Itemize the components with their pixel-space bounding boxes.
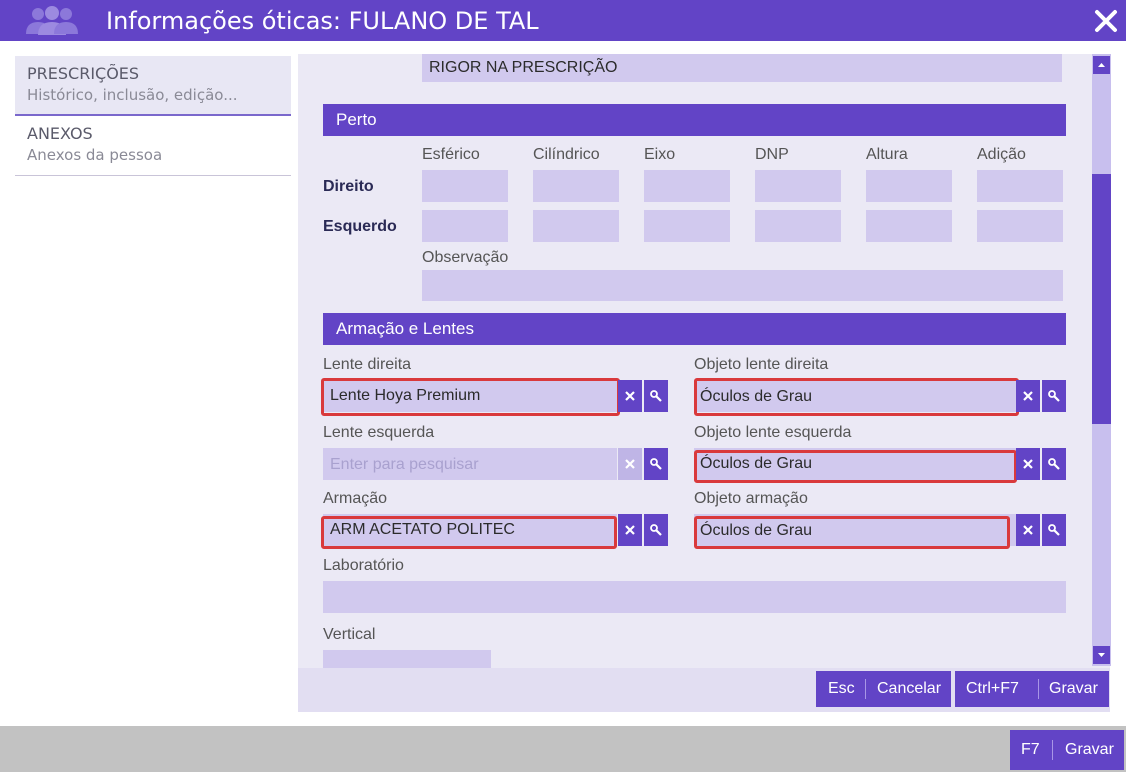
column-label-eixo: Eixo	[644, 146, 676, 163]
column-label-cilindrico: Cilíndrico	[533, 146, 600, 163]
direito-adicao-input[interactable]	[977, 170, 1063, 202]
search-lente-esquerda-button[interactable]	[644, 448, 668, 480]
search-lente-direita-button[interactable]	[644, 380, 668, 412]
esquerdo-altura-input[interactable]	[866, 210, 952, 242]
footer-save-shortcut: F7	[1021, 741, 1040, 758]
row-label-esquerdo: Esquerdo	[323, 218, 397, 235]
vertical-label: Vertical	[323, 626, 376, 643]
esquerdo-cilindrico-input[interactable]	[533, 210, 619, 242]
save-shortcut: Ctrl+F7	[966, 680, 1019, 697]
section-armacao-header: Armação e Lentes	[323, 313, 1066, 345]
form-actions-bar: Esc Cancelar Ctrl+F7 Gravar	[298, 668, 1110, 712]
laboratorio-input[interactable]	[323, 581, 1066, 613]
footer-save-button[interactable]: F7 Gravar	[1010, 730, 1124, 770]
highlight-box	[694, 450, 1017, 483]
direito-cilindrico-input[interactable]	[533, 170, 619, 202]
cancel-label: Cancelar	[877, 680, 942, 697]
highlight-box	[694, 378, 1019, 416]
esquerdo-adicao-input[interactable]	[977, 210, 1063, 242]
window-title: Informações óticas: FULANO DE TAL	[106, 7, 539, 35]
laboratorio-label: Laboratório	[323, 557, 404, 574]
button-divider	[1038, 679, 1039, 699]
users-icon	[26, 6, 78, 35]
prescription-form-panel: RIGOR NA PRESCRIÇÃO Perto Esférico Cilín…	[298, 54, 1110, 712]
search-objeto-lente-direita-button[interactable]	[1042, 380, 1066, 412]
save-label: Gravar	[1049, 680, 1098, 697]
clear-objeto-lente-esquerda-button[interactable]	[1016, 448, 1040, 480]
magnifier-icon	[650, 390, 662, 402]
clear-objeto-armacao-button[interactable]	[1016, 514, 1040, 546]
sidebar-item-subtitle: Anexos da pessoa	[27, 146, 163, 164]
close-icon[interactable]	[1093, 8, 1119, 34]
sidebar-item-anexos[interactable]: ANEXOS Anexos da pessoa	[15, 116, 291, 176]
close-x-icon	[625, 391, 635, 401]
footer-save-label: Gravar	[1065, 741, 1114, 758]
sidebar-item-title: ANEXOS	[27, 124, 93, 143]
highlight-box	[321, 516, 617, 549]
magnifier-icon	[1048, 524, 1060, 536]
rigor-field[interactable]: RIGOR NA PRESCRIÇÃO	[422, 54, 1062, 82]
close-x-icon	[625, 459, 635, 469]
close-x-icon	[625, 525, 635, 535]
search-objeto-armacao-button[interactable]	[1042, 514, 1066, 546]
esquerdo-dnp-input[interactable]	[755, 210, 841, 242]
cancel-button[interactable]: Esc Cancelar	[816, 671, 951, 707]
footer-bar: F7 Gravar	[0, 726, 1126, 772]
button-divider	[1052, 740, 1053, 760]
observacao-label: Observação	[422, 249, 509, 266]
clear-armacao-button[interactable]	[618, 514, 642, 546]
scroll-down-button[interactable]	[1093, 646, 1110, 664]
scrollbar-thumb[interactable]	[1092, 174, 1111, 424]
magnifier-icon	[1048, 390, 1060, 402]
sidebar: PRESCRIÇÕES Histórico, inclusão, edição.…	[15, 56, 291, 176]
triangle-down-icon	[1098, 653, 1105, 657]
button-divider	[865, 679, 866, 699]
objeto-lente-direita-label: Objeto lente direita	[694, 356, 829, 373]
column-label-esferico: Esférico	[422, 146, 480, 163]
esquerdo-esferico-input[interactable]	[422, 210, 508, 242]
clear-lente-direita-button[interactable]	[618, 380, 642, 412]
column-label-dnp: DNP	[755, 146, 789, 163]
close-x-icon	[1023, 391, 1033, 401]
search-armacao-button[interactable]	[644, 514, 668, 546]
lente-esquerda-placeholder: Enter para pesquisar	[330, 456, 479, 473]
clear-objeto-lente-direita-button[interactable]	[1016, 380, 1040, 412]
scrollbar[interactable]	[1092, 54, 1111, 666]
lente-esquerda-label: Lente esquerda	[323, 424, 435, 441]
direito-eixo-input[interactable]	[644, 170, 730, 202]
lente-esquerda-input[interactable]: Enter para pesquisar	[323, 448, 617, 480]
armacao-label: Armação	[323, 490, 388, 507]
highlight-box	[694, 516, 1010, 549]
lente-direita-label: Lente direita	[323, 356, 412, 373]
title-bar: Informações óticas: FULANO DE TAL	[0, 0, 1126, 41]
observacao-input[interactable]	[422, 270, 1063, 301]
direito-esferico-input[interactable]	[422, 170, 508, 202]
sidebar-item-subtitle: Histórico, inclusão, edição...	[27, 86, 238, 104]
column-label-altura: Altura	[866, 146, 908, 163]
close-x-icon	[1023, 525, 1033, 535]
cancel-shortcut: Esc	[828, 680, 855, 697]
sidebar-item-prescricoes[interactable]: PRESCRIÇÕES Histórico, inclusão, edição.…	[15, 56, 291, 116]
clear-lente-esquerda-button[interactable]	[618, 448, 642, 480]
vertical-input[interactable]	[323, 650, 491, 670]
esquerdo-eixo-input[interactable]	[644, 210, 730, 242]
magnifier-icon	[1048, 458, 1060, 470]
magnifier-icon	[650, 458, 662, 470]
objeto-lente-esquerda-label: Objeto lente esquerda	[694, 424, 852, 441]
triangle-up-icon	[1098, 63, 1105, 67]
rigor-field-value: RIGOR NA PRESCRIÇÃO	[429, 59, 618, 76]
highlight-box	[321, 378, 620, 416]
save-button[interactable]: Ctrl+F7 Gravar	[955, 671, 1109, 707]
direito-altura-input[interactable]	[866, 170, 952, 202]
scroll-up-button[interactable]	[1093, 56, 1110, 74]
direito-dnp-input[interactable]	[755, 170, 841, 202]
close-x-icon	[1023, 459, 1033, 469]
column-label-adicao: Adição	[977, 146, 1026, 163]
sidebar-item-title: PRESCRIÇÕES	[27, 64, 140, 83]
row-label-direito: Direito	[323, 178, 374, 195]
search-objeto-lente-esquerda-button[interactable]	[1042, 448, 1066, 480]
objeto-armacao-label: Objeto armação	[694, 490, 808, 507]
section-perto-header: Perto	[323, 104, 1066, 136]
magnifier-icon	[650, 524, 662, 536]
